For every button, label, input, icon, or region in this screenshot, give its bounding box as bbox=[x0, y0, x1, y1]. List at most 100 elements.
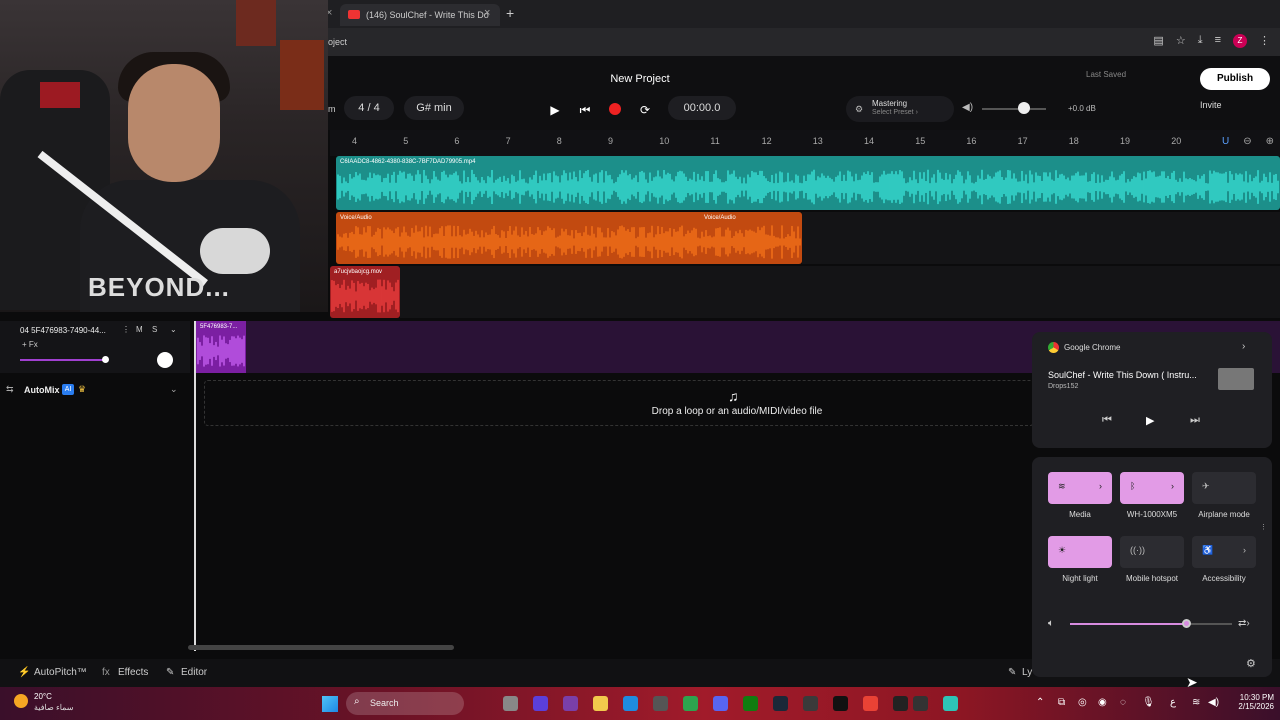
horizontal-scrollbar[interactable] bbox=[188, 645, 454, 650]
magnet-icon[interactable]: U bbox=[1222, 136, 1229, 147]
voice-clip-orange[interactable]: Voice/Audio Voice/Audio bbox=[336, 212, 802, 264]
key-selector[interactable]: G# min bbox=[404, 96, 464, 120]
video-clip-red[interactable]: a7ucjvbaojcg.mov bbox=[330, 266, 400, 318]
invite-button[interactable]: Invite bbox=[1200, 100, 1222, 110]
language-indicator[interactable]: ع bbox=[1170, 697, 1176, 708]
steam-icon[interactable] bbox=[773, 696, 788, 711]
chevron-down-icon[interactable]: ⌄ bbox=[170, 325, 177, 334]
chevron-right-icon[interactable]: › bbox=[1242, 341, 1245, 352]
windows-start-icon[interactable] bbox=[322, 696, 338, 712]
quick-tile[interactable]: ((·)) bbox=[1120, 536, 1184, 568]
chrome-icon[interactable] bbox=[863, 696, 878, 711]
time-signature[interactable]: 4 / 4 bbox=[344, 96, 394, 120]
loop-icon[interactable]: ⟳ bbox=[635, 100, 655, 120]
settings-app-icon[interactable] bbox=[803, 696, 818, 711]
chevron-right-icon[interactable]: › bbox=[1171, 481, 1174, 491]
empty-lane[interactable] bbox=[802, 212, 1280, 264]
profile-avatar[interactable]: Z bbox=[1233, 34, 1247, 48]
zoom-out-icon[interactable]: ⊖ bbox=[1243, 136, 1251, 147]
edge-icon[interactable] bbox=[623, 696, 638, 711]
taskbar-clock[interactable]: 10:30 PM 2/15/2026 bbox=[1226, 693, 1274, 711]
track-name[interactable]: 04 5F476983-7490-44... bbox=[20, 326, 106, 335]
media-player-icon[interactable] bbox=[913, 696, 928, 711]
download-icon[interactable]: ⤓ bbox=[1198, 34, 1203, 48]
chevron-right-icon[interactable]: › bbox=[1099, 481, 1102, 491]
quick-tile[interactable]: ♿ › bbox=[1192, 536, 1256, 568]
quick-tile[interactable]: ☀ bbox=[1048, 536, 1112, 568]
store-icon[interactable] bbox=[653, 696, 668, 711]
effects-button[interactable]: Effects bbox=[118, 667, 148, 678]
speaker-icon[interactable]: 🔈︎ bbox=[1048, 618, 1054, 629]
audio-clip-purple[interactable]: 5F476983-7... bbox=[196, 321, 246, 373]
chevron-right-icon[interactable]: › bbox=[1243, 545, 1246, 555]
address-text[interactable]: oject bbox=[328, 37, 347, 47]
track-header[interactable]: 04 5F476983-7490-44... ⋮ M S ⌄ + Fx bbox=[0, 321, 190, 373]
tray-icon[interactable]: ⧉ bbox=[1058, 697, 1065, 708]
weather-icon[interactable] bbox=[14, 694, 28, 708]
track-volume-slider[interactable] bbox=[20, 359, 106, 361]
gear-icon[interactable]: ⚙ bbox=[1246, 657, 1256, 670]
chevron-down-icon[interactable]: ⌄ bbox=[170, 384, 178, 395]
solo-button[interactable]: S bbox=[152, 325, 157, 334]
scroll-dots-icon[interactable]: ⋮ bbox=[1260, 523, 1267, 531]
automix-row[interactable]: ⇆ AutoMix AI ♛ ⌄ bbox=[0, 379, 190, 401]
tray-icon[interactable]: ◌ bbox=[1120, 697, 1126, 708]
taskbar-search[interactable]: ⌕ Search bbox=[346, 692, 464, 715]
track-options-icon[interactable]: ⋮ bbox=[122, 325, 130, 334]
tray-icon[interactable]: ◉ bbox=[1098, 697, 1107, 708]
playhead[interactable] bbox=[194, 321, 196, 651]
app-icon[interactable] bbox=[563, 696, 578, 711]
weather-widget[interactable]: 20°C سماء صافية bbox=[34, 692, 74, 712]
record-button[interactable] bbox=[609, 103, 621, 115]
volume-knob[interactable] bbox=[1181, 619, 1191, 628]
obs-icon[interactable] bbox=[893, 696, 908, 711]
read-icon[interactable]: ▤ bbox=[1153, 34, 1163, 48]
master-volume-track[interactable] bbox=[982, 108, 1046, 110]
new-tab-button[interactable]: + bbox=[506, 5, 514, 21]
quick-tile[interactable]: ᛒ › bbox=[1120, 472, 1184, 504]
wifi-icon[interactable]: ≋ bbox=[1192, 697, 1200, 708]
lyrics-button[interactable]: Ly bbox=[1022, 667, 1032, 678]
pan-dial[interactable] bbox=[157, 352, 173, 368]
add-fx-button[interactable]: + Fx bbox=[22, 340, 38, 349]
xbox-icon[interactable] bbox=[743, 696, 758, 711]
app-icon[interactable] bbox=[943, 696, 958, 711]
mastering-selector[interactable]: ⚙ Mastering Select Preset › bbox=[846, 96, 954, 122]
skip-back-icon[interactable]: ⏮ bbox=[575, 100, 595, 120]
task-view-icon[interactable] bbox=[503, 696, 518, 711]
autopitch-button[interactable]: AutoPitch™ bbox=[34, 667, 87, 678]
kebab-menu-icon[interactable]: ⋮ bbox=[1259, 34, 1270, 48]
project-title[interactable]: New Project bbox=[560, 73, 720, 85]
audio-output-icon[interactable]: ⇄› bbox=[1238, 618, 1250, 629]
teams-icon[interactable] bbox=[533, 696, 548, 711]
speaker-icon[interactable]: ◀) bbox=[962, 102, 973, 113]
menu-list-icon[interactable]: ≡ bbox=[1215, 34, 1221, 48]
file-explorer-icon[interactable] bbox=[593, 696, 608, 711]
previous-icon[interactable]: ⏮ bbox=[1102, 414, 1112, 427]
quick-tile[interactable]: ✈ bbox=[1192, 472, 1256, 504]
app-icon[interactable] bbox=[833, 696, 848, 711]
quick-tile[interactable]: ≋ › bbox=[1048, 472, 1112, 504]
microphone-icon[interactable]: 🎙︎ bbox=[1142, 697, 1155, 708]
zoom-in-icon[interactable]: ⊕ bbox=[1266, 136, 1274, 147]
star-icon[interactable]: ☆ bbox=[1176, 34, 1186, 48]
discord-icon[interactable] bbox=[713, 696, 728, 711]
browser-tab[interactable]: (146) SoulChef - Write This Do bbox=[340, 4, 500, 26]
track-volume-knob[interactable] bbox=[102, 356, 109, 363]
chrome-taskbar-icon[interactable] bbox=[683, 696, 698, 711]
tray-icon[interactable]: ◎ bbox=[1078, 697, 1087, 708]
next-icon[interactable]: ⏭ bbox=[1190, 414, 1200, 427]
tab-close-icon[interactable]: × bbox=[484, 7, 490, 19]
video-clip-teal[interactable]: C6IAADC8-4862-4380-838C-7BF7DAD79905.mp4 bbox=[336, 156, 1280, 210]
timeline-ruler[interactable]: U ⊖ ⊕ 4 5 6 7 8 9 10 11 12 13 14 15 16 17 18 19 20 bbox=[330, 130, 1280, 156]
volume-icon[interactable]: ◀) bbox=[1208, 697, 1219, 708]
editor-button[interactable]: Editor bbox=[181, 667, 207, 678]
drop-zone[interactable] bbox=[204, 380, 1034, 426]
play-icon[interactable]: ▶ bbox=[1146, 414, 1154, 427]
play-icon[interactable]: ▶ bbox=[545, 100, 565, 120]
mute-button[interactable]: M bbox=[136, 325, 143, 334]
chevron-up-icon[interactable]: ⌃ bbox=[1036, 697, 1044, 708]
publish-button[interactable]: Publish bbox=[1200, 68, 1270, 90]
empty-lane[interactable] bbox=[400, 266, 1280, 318]
master-volume-knob[interactable] bbox=[1018, 102, 1030, 114]
